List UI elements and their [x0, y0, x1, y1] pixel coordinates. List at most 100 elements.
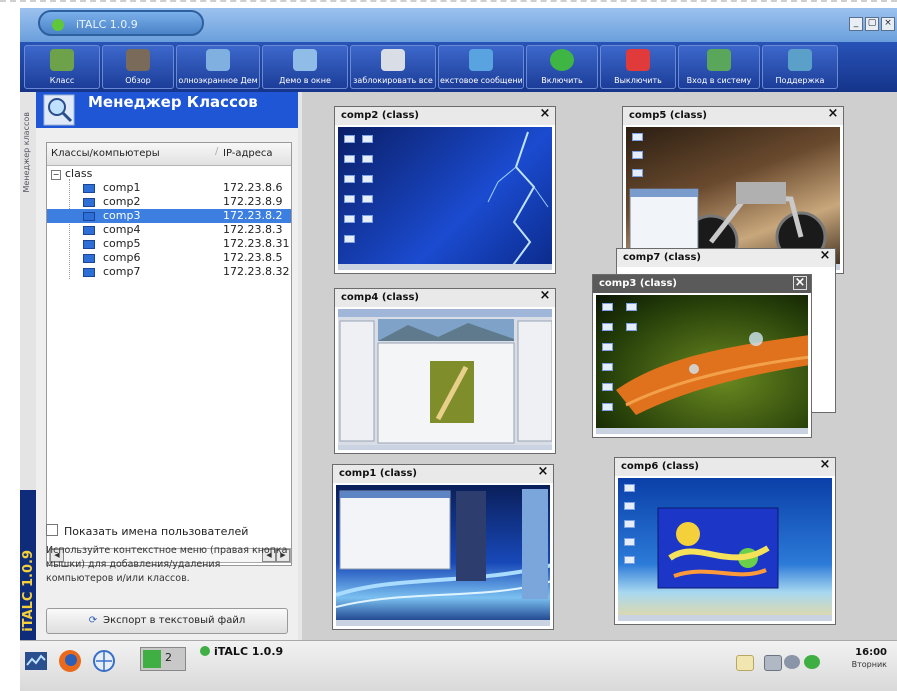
window-title-pill[interactable]: iTALC 1.0.9: [38, 10, 204, 36]
support-icon: [788, 49, 812, 71]
toolbar-button-fullscreen-demo[interactable]: олноэкранное Дем: [176, 45, 260, 89]
tree-row-comp4[interactable]: comp4 172.23.8.3: [47, 223, 291, 237]
clock[interactable]: 16:00 Вторник: [852, 647, 887, 669]
update-status-icon[interactable]: [804, 655, 820, 669]
workspace-2[interactable]: 2: [165, 651, 172, 664]
italc-brand-banner: iTALC 1.0.9: [20, 490, 36, 640]
remote-screen-thumbnail[interactable]: [618, 478, 832, 621]
remote-screen-thumbnail[interactable]: [338, 309, 552, 450]
workspace-1[interactable]: [143, 650, 161, 668]
computer-name: comp3: [103, 209, 141, 222]
keyboard-layout-icon[interactable]: [764, 655, 782, 671]
taskbar-italc-button[interactable]: iTALC 1.0.9: [200, 645, 283, 658]
desktop-icon: [632, 151, 643, 159]
remote-screen-thumbnail[interactable]: [338, 127, 552, 270]
tree-row-comp6[interactable]: comp6 172.23.8.5: [47, 251, 291, 265]
tree-row-comp1[interactable]: comp1 172.23.8.6: [47, 181, 291, 195]
notes-icon[interactable]: [736, 655, 754, 671]
toolbar-button-power-off[interactable]: Выключить: [600, 45, 676, 89]
tree-root-class[interactable]: − class: [51, 167, 92, 180]
volume-icon[interactable]: [784, 655, 800, 669]
toolbar-button-window-demo[interactable]: Демо в окне: [262, 45, 348, 89]
power-off-icon: [626, 49, 650, 71]
system-monitor-icon[interactable]: [24, 649, 48, 673]
close-icon[interactable]: ×: [539, 107, 551, 120]
toolbar-button-support[interactable]: Поддержка: [762, 45, 838, 89]
workspace-pager[interactable]: 2: [140, 647, 186, 671]
computer-name: comp4: [103, 223, 141, 236]
close-window-button[interactable]: ×: [881, 17, 895, 31]
desktop-icon: [626, 303, 637, 311]
export-icon: ⟳: [88, 615, 98, 626]
desktop-icon: [602, 363, 613, 371]
image-editor-screen: [338, 309, 552, 450]
desktop-icon: [626, 323, 637, 331]
computer-ip: 172.23.8.31: [223, 237, 290, 250]
toolbar-button-login[interactable]: Вход в систему: [678, 45, 760, 89]
tile-title: comp5 (class): [623, 107, 843, 125]
desktop-icon: [602, 323, 613, 331]
class-tree[interactable]: Классы/компьютеры / IP-адреса − class com…: [46, 142, 292, 566]
column-header-ip[interactable]: IP-адреса: [223, 148, 273, 159]
desktop-icon: [362, 155, 373, 163]
export-label: Экспорт в текстовый файл: [103, 615, 246, 626]
desktop-icon: [362, 175, 373, 183]
collapse-icon[interactable]: −: [51, 170, 61, 180]
computer-name: comp1: [103, 181, 141, 194]
remote-screen-thumbnail[interactable]: [336, 485, 550, 626]
computer-icon: [83, 240, 95, 249]
screen-tile-comp6[interactable]: comp6 (class) ×: [614, 457, 836, 625]
login-icon: [707, 49, 731, 71]
computer-ip: 172.23.8.9: [223, 195, 283, 208]
remote-taskbar: [618, 615, 832, 621]
remote-taskbar: [336, 620, 550, 626]
toolbar-button-lock-all[interactable]: заблокировать все: [350, 45, 436, 89]
column-separator: /: [215, 146, 219, 157]
desktop-icon: [344, 215, 355, 223]
remote-taskbar: [338, 264, 552, 270]
remote-screen-thumbnail[interactable]: [596, 295, 808, 434]
tab-class-manager[interactable]: Менеджер классов: [22, 112, 31, 193]
close-icon[interactable]: ×: [819, 249, 831, 262]
screen-tile-comp3[interactable]: comp3 (class) ×: [592, 274, 812, 438]
computer-ip: 172.23.8.5: [223, 251, 283, 264]
screen-tile-comp2[interactable]: comp2 (class) ×: [334, 106, 556, 274]
leaf-wallpaper: [616, 332, 808, 415]
close-icon[interactable]: ×: [819, 458, 831, 471]
tile-title: comp6 (class): [615, 458, 835, 476]
fullscreen-demo-icon: [206, 49, 230, 71]
maximize-button[interactable]: ▢: [865, 17, 879, 31]
computer-ip: 172.23.8.2: [223, 209, 283, 222]
informatics-game-window: [657, 507, 779, 589]
firefox-icon[interactable]: [58, 649, 82, 673]
network-icon[interactable]: [92, 649, 116, 673]
desktop-icon: [344, 195, 355, 203]
tile-title: comp7 (class): [617, 249, 835, 267]
toolbar-button-class[interactable]: Класс: [24, 45, 100, 89]
brand-label: iTALC 1.0.9: [21, 550, 36, 632]
close-icon[interactable]: ×: [539, 289, 551, 302]
clock-day: Вторник: [851, 660, 887, 669]
close-icon[interactable]: ×: [793, 276, 807, 290]
column-header-computers[interactable]: Классы/компьютеры: [51, 148, 160, 159]
show-usernames-option[interactable]: Показать имена пользователей: [46, 524, 248, 538]
tree-row-comp7[interactable]: comp7 172.23.8.32: [47, 265, 291, 279]
screen-tile-comp4[interactable]: comp4 (class) ×: [334, 288, 556, 454]
minimize-button[interactable]: _: [849, 17, 863, 31]
tree-row-comp5[interactable]: comp5 172.23.8.31: [47, 237, 291, 251]
computer-icon: [83, 212, 95, 221]
toolbar-button-power-on[interactable]: Включить: [526, 45, 598, 89]
toolbar-button-text-message[interactable]: екстовое сообщени: [438, 45, 524, 89]
show-usernames-checkbox[interactable]: [46, 524, 58, 536]
main-toolbar: Класс Обзор олноэкранное Дем Демо в окне…: [20, 42, 897, 94]
desktop-icon: [624, 538, 635, 546]
export-button[interactable]: ⟳ Экспорт в текстовый файл: [46, 608, 288, 634]
computer-icon: [83, 226, 95, 235]
tree-row-comp2[interactable]: comp2 172.23.8.9: [47, 195, 291, 209]
toolbar-button-overview[interactable]: Обзор: [102, 45, 174, 89]
close-icon[interactable]: ×: [537, 465, 549, 478]
tree-row-comp3[interactable]: comp3 172.23.8.2: [47, 209, 291, 223]
screen-tile-comp1[interactable]: comp1 (class) ×: [332, 464, 554, 630]
computer-ip: 172.23.8.32: [223, 265, 290, 278]
close-icon[interactable]: ×: [827, 107, 839, 120]
